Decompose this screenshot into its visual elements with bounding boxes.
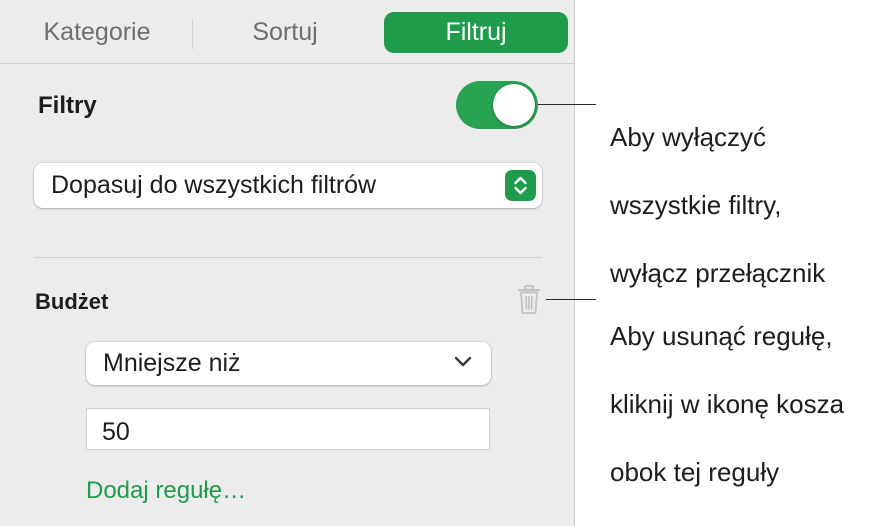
trash-callout-line-2: kliknij w ikonę kosza	[610, 389, 845, 419]
trash-callout-line-1: Aby usunąć regułę,	[610, 321, 833, 351]
tab-separator	[192, 19, 193, 49]
trash-icon[interactable]	[516, 285, 542, 315]
match-filters-select[interactable]: Dopasuj do wszystkich filtrów	[34, 163, 542, 208]
up-down-stepper-icon	[505, 170, 536, 201]
rule-column-label: Budżet	[35, 289, 109, 314]
tab-bar: Kategorie Sortuj Filtruj	[0, 0, 574, 64]
trash-callout-line-3: obok tej reguły	[610, 457, 780, 487]
toggle-callout-line-1: Aby wyłączyć	[610, 122, 767, 152]
condition-select[interactable]: Mniejsze niż	[86, 342, 491, 385]
rule-value-input[interactable]	[86, 408, 490, 450]
section-divider	[34, 257, 542, 258]
toggle-callout-line	[538, 104, 596, 105]
filters-label: Filtry	[38, 92, 97, 119]
toggle-callout-line-2: wszystkie filtry,	[610, 190, 782, 220]
tab-filtruj[interactable]: Filtruj	[384, 12, 568, 53]
trash-callout-text: Aby usunąć regułę, kliknij w ikonę kosza…	[610, 285, 844, 523]
filter-sidebar: Kategorie Sortuj Filtruj Filtry Dopasuj …	[0, 0, 575, 526]
chevron-down-icon	[454, 356, 472, 367]
trash-callout-line	[546, 299, 596, 300]
filters-toggle[interactable]	[456, 81, 538, 129]
tab-kategorie[interactable]: Kategorie	[22, 12, 172, 53]
add-rule-button[interactable]: Dodaj regułę…	[86, 477, 246, 505]
toggle-knob	[493, 84, 535, 126]
match-filters-value: Dopasuj do wszystkich filtrów	[51, 171, 377, 199]
tab-sortuj[interactable]: Sortuj	[210, 12, 360, 53]
condition-value: Mniejsze niż	[103, 349, 241, 377]
